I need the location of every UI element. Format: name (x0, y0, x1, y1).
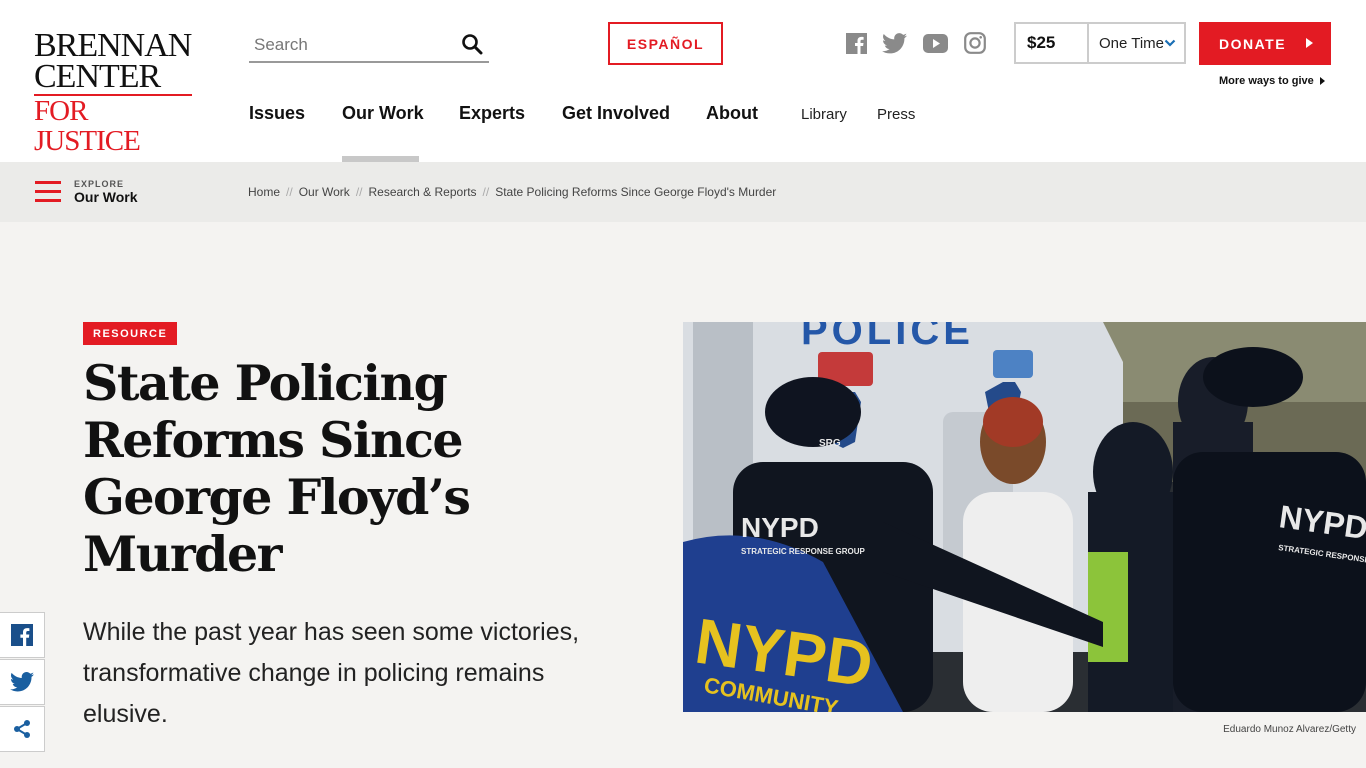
article-dek: While the past year has seen some victor… (83, 618, 580, 728)
page-title: State Policing Reforms Since George Floy… (83, 354, 471, 583)
explore-label: EXPLORE (74, 179, 125, 189)
menu-icon[interactable] (35, 181, 61, 202)
twitter-icon[interactable] (881, 32, 907, 54)
breadcrumb: Home // Our Work // Research & Reports /… (248, 185, 776, 199)
breadcrumb-our-work[interactable]: Our Work (299, 185, 350, 199)
photo-text-left-jacket: NYPD (741, 512, 819, 543)
site-header: BRENNAN CENTER FOR JUSTICE ESPAÑOL $25 O… (0, 0, 1366, 162)
resource-tag[interactable]: RESOURCE (83, 322, 178, 345)
explore-section-link[interactable]: Our Work (74, 189, 138, 205)
donation-amount-input[interactable]: $25 (1014, 22, 1087, 64)
nav-press[interactable]: Press (877, 106, 915, 123)
hero-photo: NYPD COMMUNITY POLICE NYPD STRATEGIC RES… (683, 322, 1366, 712)
facebook-share-icon[interactable] (0, 612, 45, 658)
breadcrumb-current: State Policing Reforms Since George Floy… (495, 185, 777, 199)
twitter-share-icon[interactable] (0, 659, 45, 705)
photo-text-cap: SRG (819, 438, 841, 449)
logo-line-1: BRENNAN (34, 27, 192, 64)
arrow-right-icon (1306, 38, 1313, 48)
logo-line-2: CENTER (34, 58, 161, 95)
search-bar (249, 27, 489, 63)
article-hero: RESOURCE State Policing Reforms Since Ge… (0, 222, 1366, 768)
search-input[interactable] (249, 31, 449, 59)
youtube-icon[interactable] (922, 32, 948, 54)
share-icon[interactable] (0, 706, 45, 752)
nav-issues[interactable]: Issues (249, 103, 305, 124)
explore-breadcrumb-bar: EXPLORE Our Work Home // Our Work // Res… (0, 162, 1366, 222)
more-ways-label: More ways to give (1219, 75, 1314, 87)
donation-frequency-select[interactable]: One Time (1087, 22, 1186, 64)
photo-text-left-jacket-sub: STRATEGIC RESPONSE GROUP (741, 547, 866, 556)
nav-experts[interactable]: Experts (459, 103, 525, 124)
nav-library[interactable]: Library (801, 106, 847, 123)
more-ways-to-give-link[interactable]: More ways to give (1219, 75, 1325, 87)
arrow-right-icon (1319, 77, 1325, 85)
nav-our-work[interactable]: Our Work (342, 103, 424, 124)
breadcrumb-research-reports[interactable]: Research & Reports (368, 185, 476, 199)
instagram-icon[interactable] (963, 32, 987, 54)
breadcrumb-separator: // (286, 185, 293, 199)
facebook-icon[interactable] (845, 32, 867, 54)
breadcrumb-separator: // (355, 185, 363, 199)
photo-text-van: POLICE (801, 322, 974, 353)
donate-button[interactable]: DONATE (1199, 22, 1331, 65)
breadcrumb-home[interactable]: Home (248, 185, 280, 199)
breadcrumb-separator: // (482, 185, 490, 199)
logo-line-3: FOR JUSTICE (34, 94, 192, 156)
espanol-button[interactable]: ESPAÑOL (608, 22, 723, 65)
donate-label: DONATE (1219, 35, 1287, 52)
nav-get-involved[interactable]: Get Involved (562, 103, 670, 124)
photo-credit: Eduardo Munoz Alvarez/Getty (1223, 724, 1356, 735)
donation-frequency-value: One Time (1099, 34, 1165, 52)
search-icon[interactable] (461, 33, 483, 55)
brennan-center-logo[interactable]: BRENNAN CENTER FOR JUSTICE (34, 27, 199, 156)
chevron-down-icon (1164, 39, 1176, 47)
nav-about[interactable]: About (706, 103, 758, 124)
